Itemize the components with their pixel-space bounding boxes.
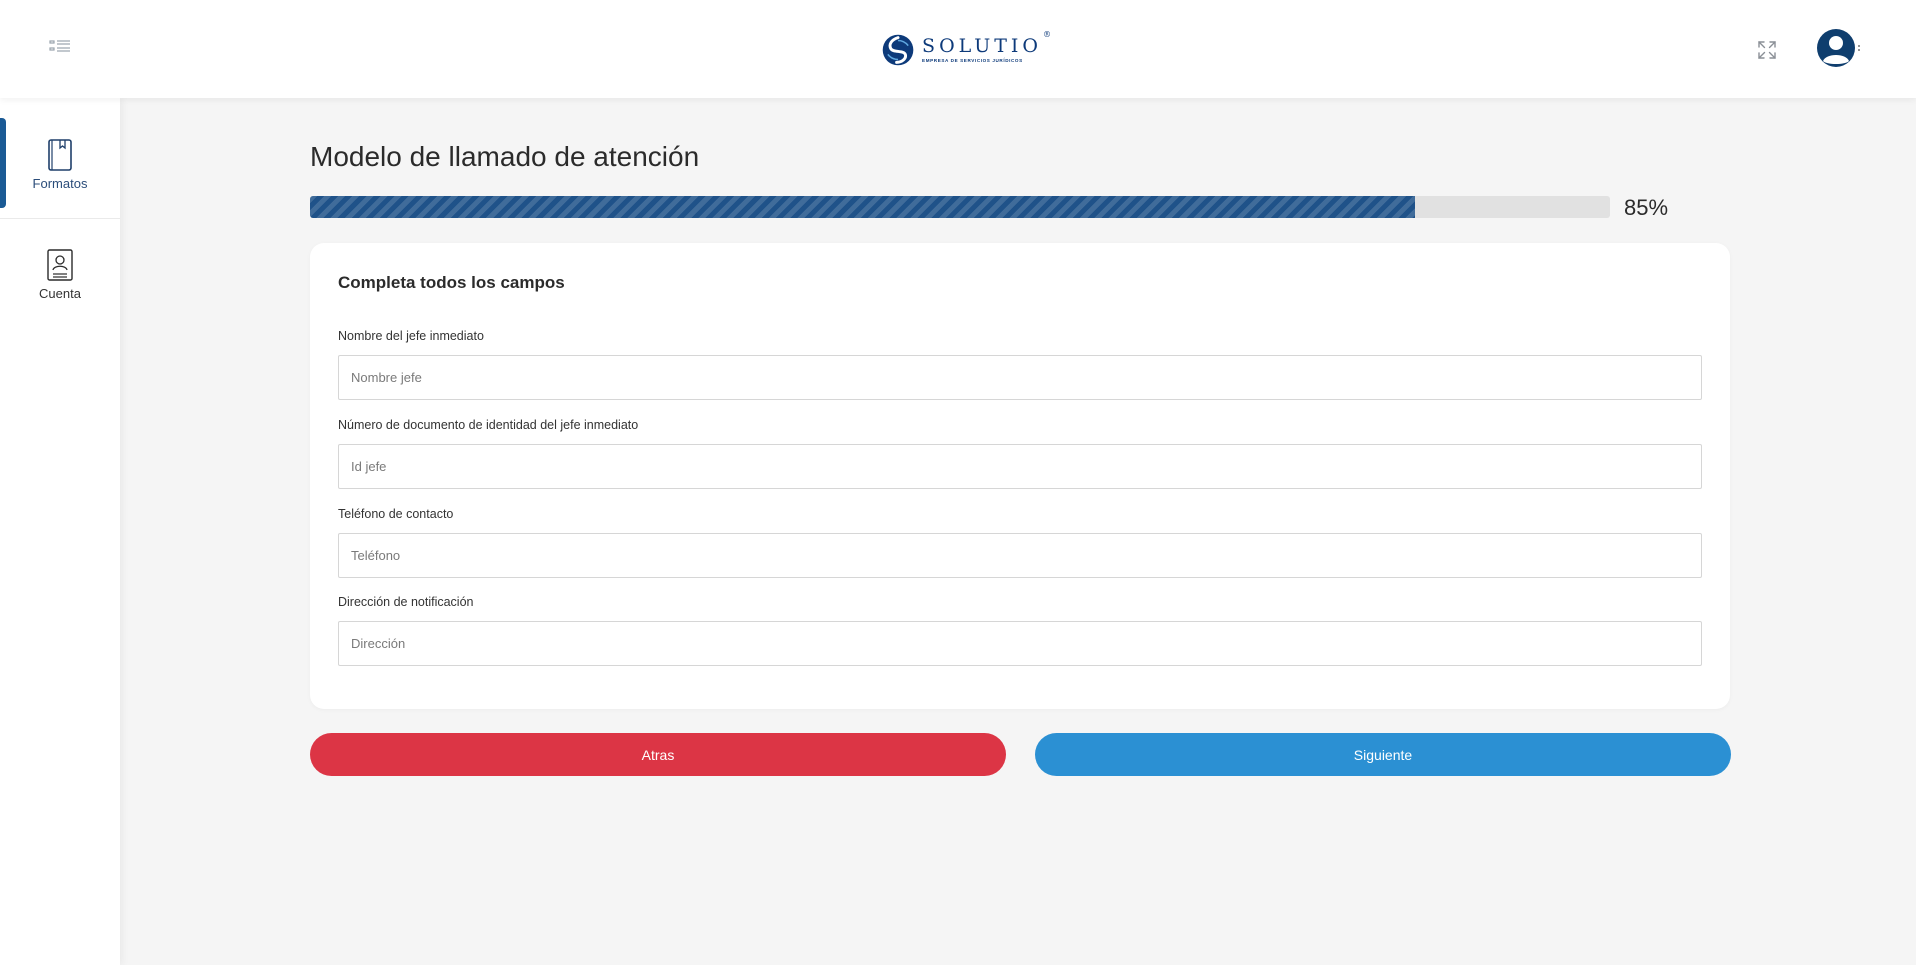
next-button[interactable]: Siguiente [1035, 733, 1731, 776]
progress-bar [310, 196, 1610, 218]
sidebar-item-cuenta[interactable]: Cuenta [0, 208, 120, 314]
form-card: Completa todos los campos Nombre del jef… [310, 243, 1730, 709]
page-title: Modelo de llamado de atención [310, 141, 700, 172]
book-icon [48, 139, 72, 171]
kebab-dots-icon[interactable] [1857, 42, 1861, 54]
field-label-telefono: Teléfono de contacto [338, 507, 454, 521]
field-label-direccion: Dirección de notificación [338, 595, 474, 609]
telefono-input[interactable] [338, 533, 1702, 578]
brand-logo[interactable]: SOLUTIO ® EMPRESA DE SERVICIOS JURÍDICOS [882, 27, 1051, 73]
brand-name: SOLUTIO ® [922, 29, 1051, 57]
account-badge-icon [47, 249, 73, 281]
direccion-input[interactable] [338, 621, 1702, 666]
menu-list-icon[interactable] [48, 36, 74, 56]
form-heading: Completa todos los campos [338, 273, 565, 292]
top-header: SOLUTIO ® EMPRESA DE SERVICIOS JURÍDICOS [0, 0, 1916, 98]
solutio-logo-icon [882, 34, 914, 66]
id-jefe-input[interactable] [338, 444, 1702, 489]
sidebar-item-label: Cuenta [39, 286, 81, 301]
brand-tagline: EMPRESA DE SERVICIOS JURÍDICOS [922, 57, 1023, 63]
fullscreen-expand-icon[interactable] [1756, 39, 1778, 61]
registered-mark: ® [1043, 29, 1051, 39]
progress-percentage: 85% [1624, 195, 1669, 220]
sidebar-item-formatos[interactable]: Formatos [0, 98, 120, 208]
user-avatar-icon[interactable] [1816, 28, 1856, 68]
field-label-id-jefe: Número de documento de identidad del jef… [338, 418, 639, 432]
progress-fill [310, 196, 1415, 218]
back-button[interactable]: Atras [310, 733, 1006, 776]
sidebar-nav: Formatos Cuenta [0, 98, 120, 965]
sidebar-item-label: Formatos [32, 176, 88, 191]
field-label-nombre-jefe: Nombre del jefe inmediato [338, 329, 484, 343]
nombre-jefe-input[interactable] [338, 355, 1702, 400]
